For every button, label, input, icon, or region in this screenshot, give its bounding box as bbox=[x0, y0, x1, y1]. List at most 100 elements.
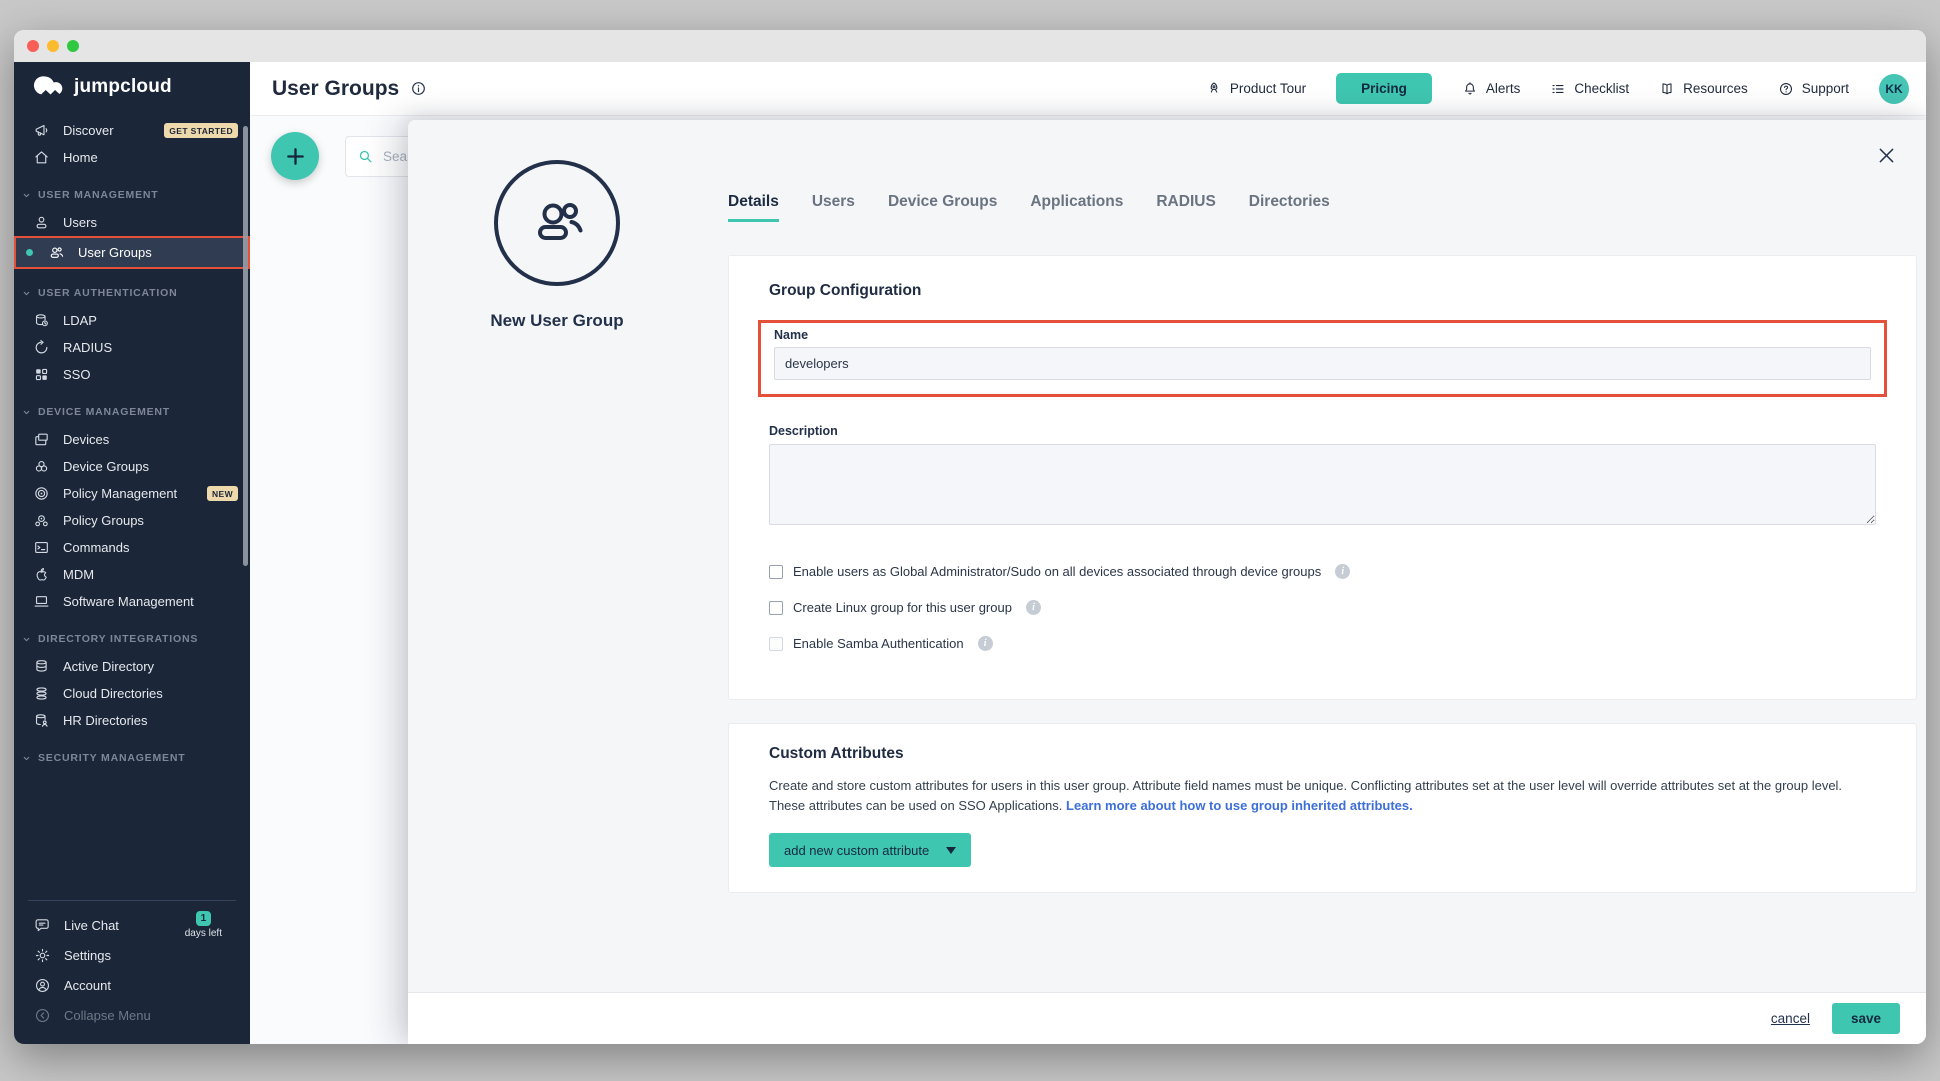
sidebar-item-user-groups[interactable]: User Groups bbox=[14, 236, 250, 269]
megaphone-icon bbox=[33, 122, 50, 139]
policy-groups-icon bbox=[33, 512, 50, 529]
info-icon[interactable]: i bbox=[1026, 600, 1041, 615]
group-name-input[interactable] bbox=[774, 347, 1871, 380]
sidebar-item-cloud-directories[interactable]: Cloud Directories bbox=[14, 680, 250, 707]
app-window: jumpcloud DiscoverGET STARTEDHome USER MA… bbox=[14, 30, 1926, 1044]
collapse-icon bbox=[34, 1007, 51, 1024]
sidebar-item-software-management[interactable]: Software Management bbox=[14, 588, 250, 615]
get-started-badge: GET STARTED bbox=[164, 123, 238, 138]
sidebar-item-active-directory[interactable]: Active Directory bbox=[14, 653, 250, 680]
sidebar-item-ldap[interactable]: LDAP bbox=[14, 307, 250, 334]
commands-icon bbox=[33, 539, 50, 556]
sidebar-section-security-management[interactable]: SECURITY MANAGEMENT bbox=[14, 752, 250, 764]
sidebar-item-policy-groups[interactable]: Policy Groups bbox=[14, 507, 250, 534]
checkbox[interactable] bbox=[769, 637, 783, 651]
tab-directories[interactable]: Directories bbox=[1249, 193, 1330, 222]
sidebar-item-policy-management[interactable]: Policy ManagementNEW bbox=[14, 480, 250, 507]
plus-icon bbox=[284, 145, 307, 168]
sidebar-item-radius[interactable]: RADIUS bbox=[14, 334, 250, 361]
sidebar-section-user-authentication[interactable]: USER AUTHENTICATION bbox=[14, 287, 250, 299]
search-icon bbox=[357, 148, 374, 165]
resources-action[interactable]: Resources bbox=[1659, 81, 1748, 97]
tab-applications[interactable]: Applications bbox=[1030, 193, 1123, 222]
header-actions: Product Tour Pricing Alerts Checklist Resour… bbox=[1206, 73, 1909, 104]
sidebar-section-user-management[interactable]: USER MANAGEMENT bbox=[14, 189, 250, 201]
checkbox[interactable] bbox=[769, 565, 783, 579]
info-icon[interactable]: i bbox=[1335, 564, 1350, 579]
pricing-button[interactable]: Pricing bbox=[1336, 73, 1432, 104]
checklist-action[interactable]: Checklist bbox=[1550, 81, 1629, 97]
tab-details[interactable]: Details bbox=[728, 193, 779, 222]
software-icon bbox=[33, 593, 50, 610]
panel-tabs: Details Users Device Groups Applications RAD… bbox=[728, 193, 1330, 222]
sidebar-item-device-groups[interactable]: Device Groups bbox=[14, 453, 250, 480]
sidebar-scrollbar[interactable] bbox=[243, 126, 248, 566]
ldap-icon bbox=[33, 312, 50, 329]
entity-summary: New User Group bbox=[467, 160, 647, 331]
devices-icon bbox=[33, 431, 50, 448]
close-icon[interactable] bbox=[1876, 145, 1897, 166]
product-tour-action[interactable]: Product Tour bbox=[1206, 81, 1306, 97]
user-group-icon bbox=[48, 244, 65, 261]
device-groups-icon bbox=[33, 458, 50, 475]
window-minimize-button[interactable] bbox=[47, 40, 59, 52]
sidebar-item-discover[interactable]: DiscoverGET STARTED bbox=[14, 117, 250, 144]
jumpcloud-logo[interactable]: jumpcloud bbox=[14, 62, 250, 109]
caret-down-icon bbox=[946, 847, 956, 854]
support-action[interactable]: Support bbox=[1778, 81, 1849, 97]
active-directory-icon bbox=[33, 658, 50, 675]
window-zoom-button[interactable] bbox=[67, 40, 79, 52]
sidebar-nav: DiscoverGET STARTEDHome USER MANAGEMENT Us… bbox=[14, 109, 250, 900]
sidebar-item-commands[interactable]: Commands bbox=[14, 534, 250, 561]
checkbox-list: Enable users as Global Administrator/Sud… bbox=[769, 564, 1876, 651]
custom-attributes-card: Custom Attributes Create and store custo… bbox=[728, 723, 1917, 893]
checklist-icon bbox=[1550, 81, 1566, 97]
sidebar-item-collapse-menu[interactable]: Collapse Menu bbox=[28, 1000, 236, 1030]
panel-body: New User Group Details Users Device Groups… bbox=[408, 120, 1926, 992]
tab-users[interactable]: Users bbox=[812, 193, 855, 222]
days-left-badge: 1 bbox=[196, 911, 211, 926]
sidebar-section-directory-integrations[interactable]: DIRECTORY INTEGRATIONS bbox=[14, 633, 250, 645]
checkbox[interactable] bbox=[769, 601, 783, 615]
chevron-down-icon bbox=[22, 635, 31, 644]
entity-title: New User Group bbox=[467, 311, 647, 331]
avatar[interactable]: KK bbox=[1879, 74, 1909, 104]
alerts-action[interactable]: Alerts bbox=[1462, 81, 1521, 97]
gear-icon bbox=[34, 947, 51, 964]
description-textarea[interactable] bbox=[769, 444, 1876, 525]
cancel-button[interactable]: cancel bbox=[1771, 1011, 1810, 1026]
info-icon[interactable]: i bbox=[978, 636, 993, 651]
window-close-button[interactable] bbox=[27, 40, 39, 52]
sidebar-item-users[interactable]: Users bbox=[14, 209, 250, 236]
chevron-down-icon bbox=[22, 754, 31, 763]
info-icon[interactable] bbox=[410, 80, 427, 97]
new-badge: NEW bbox=[207, 486, 238, 501]
custom-attributes-title: Custom Attributes bbox=[769, 745, 1876, 763]
sidebar-item-account[interactable]: Account bbox=[28, 970, 236, 1000]
tab-radius[interactable]: RADIUS bbox=[1156, 193, 1215, 222]
chevron-down-icon bbox=[22, 191, 31, 200]
sso-icon bbox=[33, 366, 50, 383]
new-user-group-panel: New User Group Details Users Device Groups… bbox=[408, 120, 1926, 1044]
tab-device-groups[interactable]: Device Groups bbox=[888, 193, 997, 222]
sidebar-section-device-management[interactable]: DEVICE MANAGEMENT bbox=[14, 406, 250, 418]
chevron-down-icon bbox=[22, 408, 31, 417]
sidebar-item-home[interactable]: Home bbox=[14, 144, 250, 171]
cloud-directories-icon bbox=[33, 685, 50, 702]
add-user-group-button[interactable] bbox=[271, 132, 319, 180]
book-icon bbox=[1659, 81, 1675, 97]
sidebar-item-live-chat[interactable]: Live Chat1days left bbox=[28, 910, 236, 940]
sidebar-item-mdm[interactable]: MDM bbox=[14, 561, 250, 588]
sidebar-item-sso[interactable]: SSO bbox=[14, 361, 250, 388]
inherited-attributes-link[interactable]: Learn more about how to use group inheri… bbox=[1066, 798, 1413, 813]
mdm-icon bbox=[33, 566, 50, 583]
add-custom-attribute-button[interactable]: add new custom attribute bbox=[769, 833, 971, 867]
sidebar-item-devices[interactable]: Devices bbox=[14, 426, 250, 453]
mac-titlebar bbox=[14, 30, 1926, 62]
sidebar-item-hr-directories[interactable]: HR Directories bbox=[14, 707, 250, 734]
save-button[interactable]: save bbox=[1832, 1003, 1900, 1034]
cloud-logo-icon bbox=[31, 75, 65, 99]
sidebar-item-settings[interactable]: Settings bbox=[28, 940, 236, 970]
trial-countdown: 1days left bbox=[185, 911, 224, 939]
question-icon bbox=[1778, 81, 1794, 97]
